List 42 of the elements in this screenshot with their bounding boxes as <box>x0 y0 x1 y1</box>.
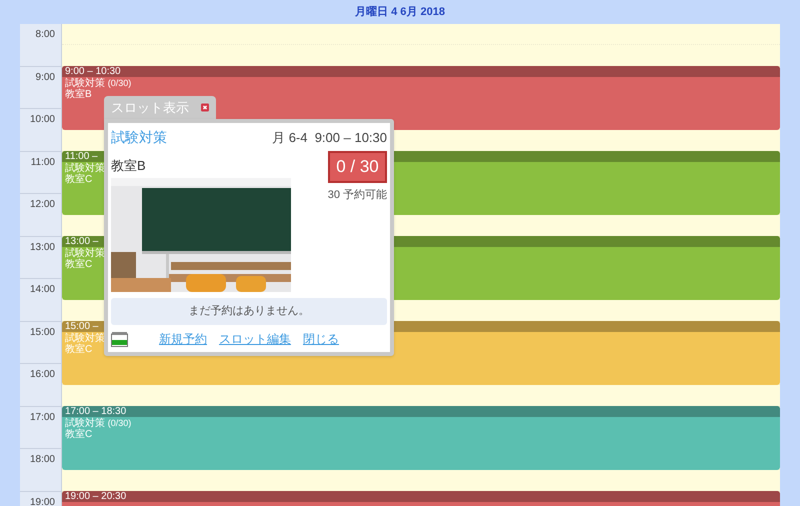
event-title: 試験対策 (0/30) <box>64 417 132 429</box>
hour-label: 17:00 <box>30 412 55 424</box>
close-icon[interactable] <box>201 101 209 114</box>
event-title: 試験対策 <box>64 247 106 259</box>
action-link[interactable]: 新規予約 <box>159 330 207 348</box>
action-link[interactable]: スロット編集 <box>219 330 291 348</box>
action-link[interactable]: 閉じる <box>303 330 339 348</box>
event-room: 教室C <box>64 259 94 270</box>
slot-datetime: 月 6-4 9:00 – 10:30 <box>272 129 387 147</box>
event-time-text: 15:00 – <box>65 321 98 332</box>
no-reservations-message: まだ予約はありません。 <box>111 298 387 325</box>
event-time-text: 9:00 – 10:30 <box>65 66 121 77</box>
capacity-badge: 0 / 30 <box>328 151 387 183</box>
event-room: 教室C <box>64 429 94 440</box>
hour-label: 13:00 <box>30 242 55 254</box>
event-room: 教室C <box>64 344 94 355</box>
room-name: 教室B <box>111 157 147 175</box>
hour-label: 8:00 <box>36 29 55 42</box>
calendar-event[interactable]: 17:00 – 18:30 試験対策 (0/30) 教室C <box>62 406 780 470</box>
available-count: 30 予約可能 <box>328 188 387 203</box>
hour-label: 12:00 <box>30 199 55 212</box>
event-title: 試験対策 <box>64 332 106 344</box>
hour-label: 18:00 <box>30 454 55 467</box>
calendar-icon[interactable] <box>111 332 128 346</box>
slot-title-link[interactable]: 試験対策 <box>111 127 167 148</box>
hour-label: 9:00 <box>36 72 55 84</box>
hour-label: 10:00 <box>30 114 55 127</box>
event-time-text: 19:00 – 20:30 <box>65 491 126 502</box>
event-room: 教室C <box>64 174 94 185</box>
hour-label: 11:00 <box>30 156 55 170</box>
hour-label: 19:00 <box>30 496 55 506</box>
event-time-text: 17:00 – 18:30 <box>65 406 126 417</box>
event-time-text: 11:00 – <box>65 151 98 162</box>
event-time-text: 13:00 – <box>65 236 98 247</box>
event-title: 試験対策 <box>64 162 106 174</box>
date-title: 月曜日 4 6月 2018 <box>355 4 445 20</box>
event-room: 教室B <box>64 89 93 100</box>
hour-label: 14:00 <box>30 284 55 297</box>
event-title: 試験対策 (0/30) <box>64 77 132 89</box>
hour-label: 16:00 <box>30 369 55 382</box>
hour-label: 15:00 <box>30 326 55 340</box>
calendar-event[interactable]: 19:00 – 20:30 <box>62 491 780 506</box>
